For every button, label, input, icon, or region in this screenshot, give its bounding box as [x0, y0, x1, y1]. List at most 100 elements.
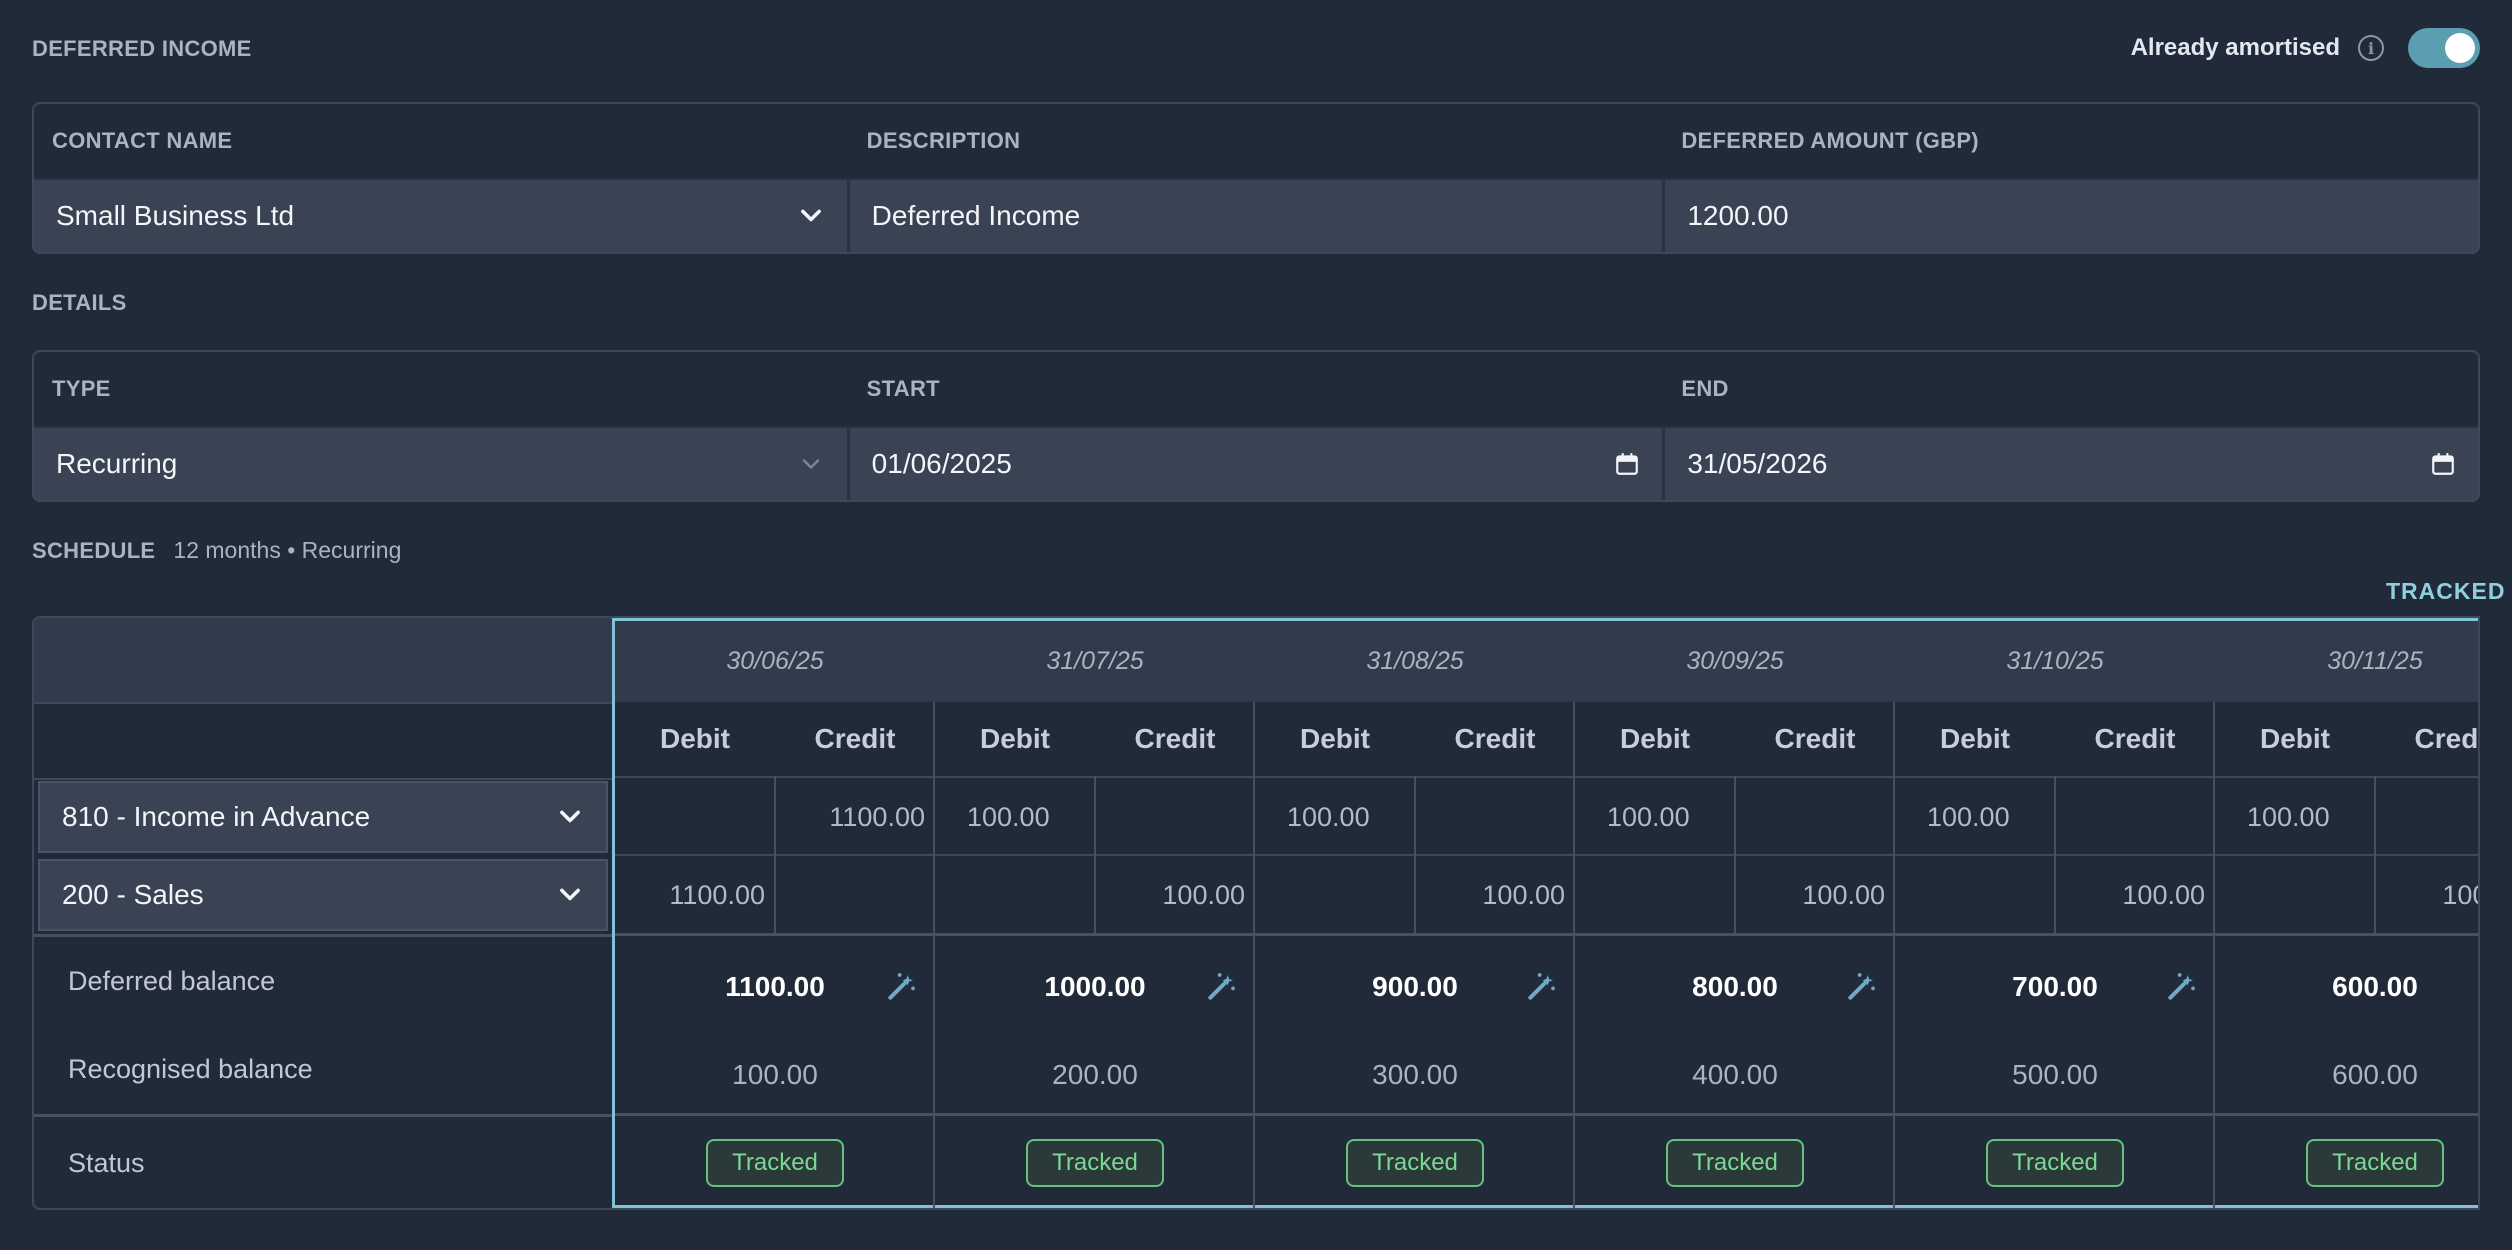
description-header: DESCRIPTION [866, 128, 1021, 153]
debit-cell[interactable] [1895, 856, 2055, 934]
credit-cell[interactable] [2055, 778, 2215, 856]
already-amortised-control: Already amortised i [2131, 28, 2480, 68]
end-date-input[interactable]: 31/05/2026 [1665, 428, 2478, 500]
debit-cell[interactable]: 1100.00 [615, 856, 775, 934]
type-select[interactable]: Recurring [34, 428, 850, 500]
type-value: Recurring [56, 448, 178, 479]
start-date-value: 01/06/2025 [871, 448, 1012, 479]
debit-cell[interactable]: 100.00 [935, 778, 1095, 856]
debit-cell[interactable] [2215, 856, 2375, 934]
debit-cell[interactable] [615, 778, 775, 856]
schedule-column: 31/08/25 Debit Credit 100.00 100.00 900.00 300… [1253, 621, 1575, 1208]
tracked-link[interactable]: TRACKED [2386, 578, 2505, 605]
start-date-input[interactable]: 01/06/2025 [850, 428, 1666, 500]
cell-divider [1414, 776, 1416, 934]
tracked-status-badge: Tracked [2306, 1139, 2444, 1187]
column-date: 30/11/25 [2327, 647, 2423, 675]
divider [34, 778, 612, 780]
calendar-icon[interactable] [2430, 451, 2456, 477]
debit-header: Debit [1940, 723, 2010, 754]
status-cell: Tracked [2215, 1116, 2478, 1208]
deferred-balance-value: 600.00 [2332, 971, 2418, 1002]
recognised-balance-label: Recognised balance [68, 1054, 313, 1084]
magic-wand-icon[interactable] [885, 971, 917, 1003]
account-select-income-in-advance[interactable]: 810 - Income in Advance [38, 781, 608, 853]
account-select-sales[interactable]: 200 - Sales [38, 859, 608, 931]
schedule-left-column: 810 - Income in Advance 200 - Sales Defe… [34, 618, 612, 1208]
tracked-status-badge: Tracked [706, 1139, 844, 1187]
schedule-column: 30/11/25 Debit Credit 100.00100.00 600.00 600… [2213, 621, 2479, 1208]
magic-wand-icon[interactable] [1525, 971, 1557, 1003]
credit-cell[interactable] [775, 856, 935, 934]
tracked-status-badge: Tracked [1666, 1139, 1804, 1187]
chevron-down-icon [802, 459, 819, 469]
credit-cell[interactable] [1735, 778, 1895, 856]
credit-cell[interactable] [1095, 778, 1255, 856]
credit-header: Credit [1454, 723, 1536, 754]
debit-cell[interactable] [1255, 856, 1415, 934]
debit-cell[interactable]: 100.00 [1575, 778, 1735, 856]
column-date: 30/09/25 [1686, 647, 1784, 675]
status-label: Status [68, 1148, 145, 1178]
debit-cell[interactable] [1575, 856, 1735, 934]
divider [34, 934, 612, 937]
type-header: TYPE [52, 376, 111, 401]
info-icon[interactable]: i [2358, 35, 2384, 61]
credit-cell[interactable]: 100.00 [2375, 856, 2478, 934]
credit-header: Credit [1134, 723, 1216, 754]
contact-name-select[interactable]: Small Business Ltd [34, 180, 850, 252]
already-amortised-toggle[interactable] [2408, 28, 2480, 68]
debit-header: Debit [1620, 723, 1690, 754]
deferred-income-title: DEFERRED INCOME [32, 36, 252, 61]
start-header: START [866, 376, 940, 401]
chevron-down-icon [800, 209, 821, 222]
column-date: 30/06/25 [726, 647, 824, 675]
cell-divider [1094, 776, 1096, 934]
debit-cell[interactable]: 100.00 [2215, 778, 2375, 856]
schedule-header: SCHEDULE 12 months • Recurring [32, 537, 401, 564]
description-input[interactable]: Deferred Income [850, 180, 1666, 252]
credit-cell[interactable]: 100.00 [1735, 856, 1895, 934]
deferred-amount-header: DEFERRED AMOUNT (GBP) [1681, 128, 1979, 153]
deferred-amount-input[interactable]: 1200.00 [1665, 180, 2478, 252]
cell-divider [2054, 776, 2056, 934]
contact-name-value: Small Business Ltd [56, 200, 295, 231]
debit-cell[interactable]: 100.00 [1895, 778, 2055, 856]
schedule-subtitle: 12 months • Recurring [173, 537, 402, 563]
cell-divider [774, 776, 776, 934]
account-label: 200 - Sales [62, 879, 204, 910]
schedule-title: SCHEDULE [32, 538, 156, 563]
debit-header: Debit [2260, 723, 2330, 754]
schedule-column: 30/06/25 Debit Credit 1100.00 1100.00 1100.00… [615, 621, 935, 1205]
schedule-grid: 810 - Income in Advance 200 - Sales Defe… [32, 616, 2480, 1210]
debit-cell[interactable] [935, 856, 1095, 934]
credit-cell[interactable]: 100.00 [1095, 856, 1255, 934]
already-amortised-label: Already amortised [2130, 34, 2340, 61]
credit-header: Credit [2414, 723, 2479, 754]
credit-cell[interactable] [2375, 778, 2478, 856]
magic-wand-icon[interactable] [1845, 971, 1877, 1003]
tracked-status-badge: Tracked [1346, 1139, 1484, 1187]
column-date: 31/07/25 [1046, 647, 1144, 675]
recognised-balance-value: 500.00 [2012, 1059, 2098, 1090]
schedule-column: 30/09/25 Debit Credit 100.00 100.00 800.00 400… [1573, 621, 1895, 1208]
credit-cell[interactable]: 100.00 [2055, 856, 2215, 934]
debit-header: Debit [980, 723, 1050, 754]
calendar-icon[interactable] [1614, 451, 1640, 477]
credit-cell[interactable]: 1100.00 [775, 778, 935, 856]
end-date-value: 31/05/2026 [1687, 448, 1828, 479]
magic-wand-icon[interactable] [2165, 971, 2197, 1003]
divider [34, 702, 612, 704]
credit-cell[interactable] [1415, 778, 1575, 856]
debit-header: Debit [660, 723, 730, 754]
cell-divider [2374, 776, 2376, 934]
recognised-balance-value: 100.00 [732, 1059, 818, 1090]
debit-cell[interactable]: 100.00 [1255, 778, 1415, 856]
details-title: DETAILS [32, 290, 127, 315]
magic-wand-icon[interactable] [1205, 971, 1237, 1003]
debit-header: Debit [1300, 723, 1370, 754]
chevron-down-icon [560, 810, 580, 823]
description-value: Deferred Income [871, 200, 1081, 231]
divider [34, 1114, 612, 1117]
credit-cell[interactable]: 100.00 [1415, 856, 1575, 934]
